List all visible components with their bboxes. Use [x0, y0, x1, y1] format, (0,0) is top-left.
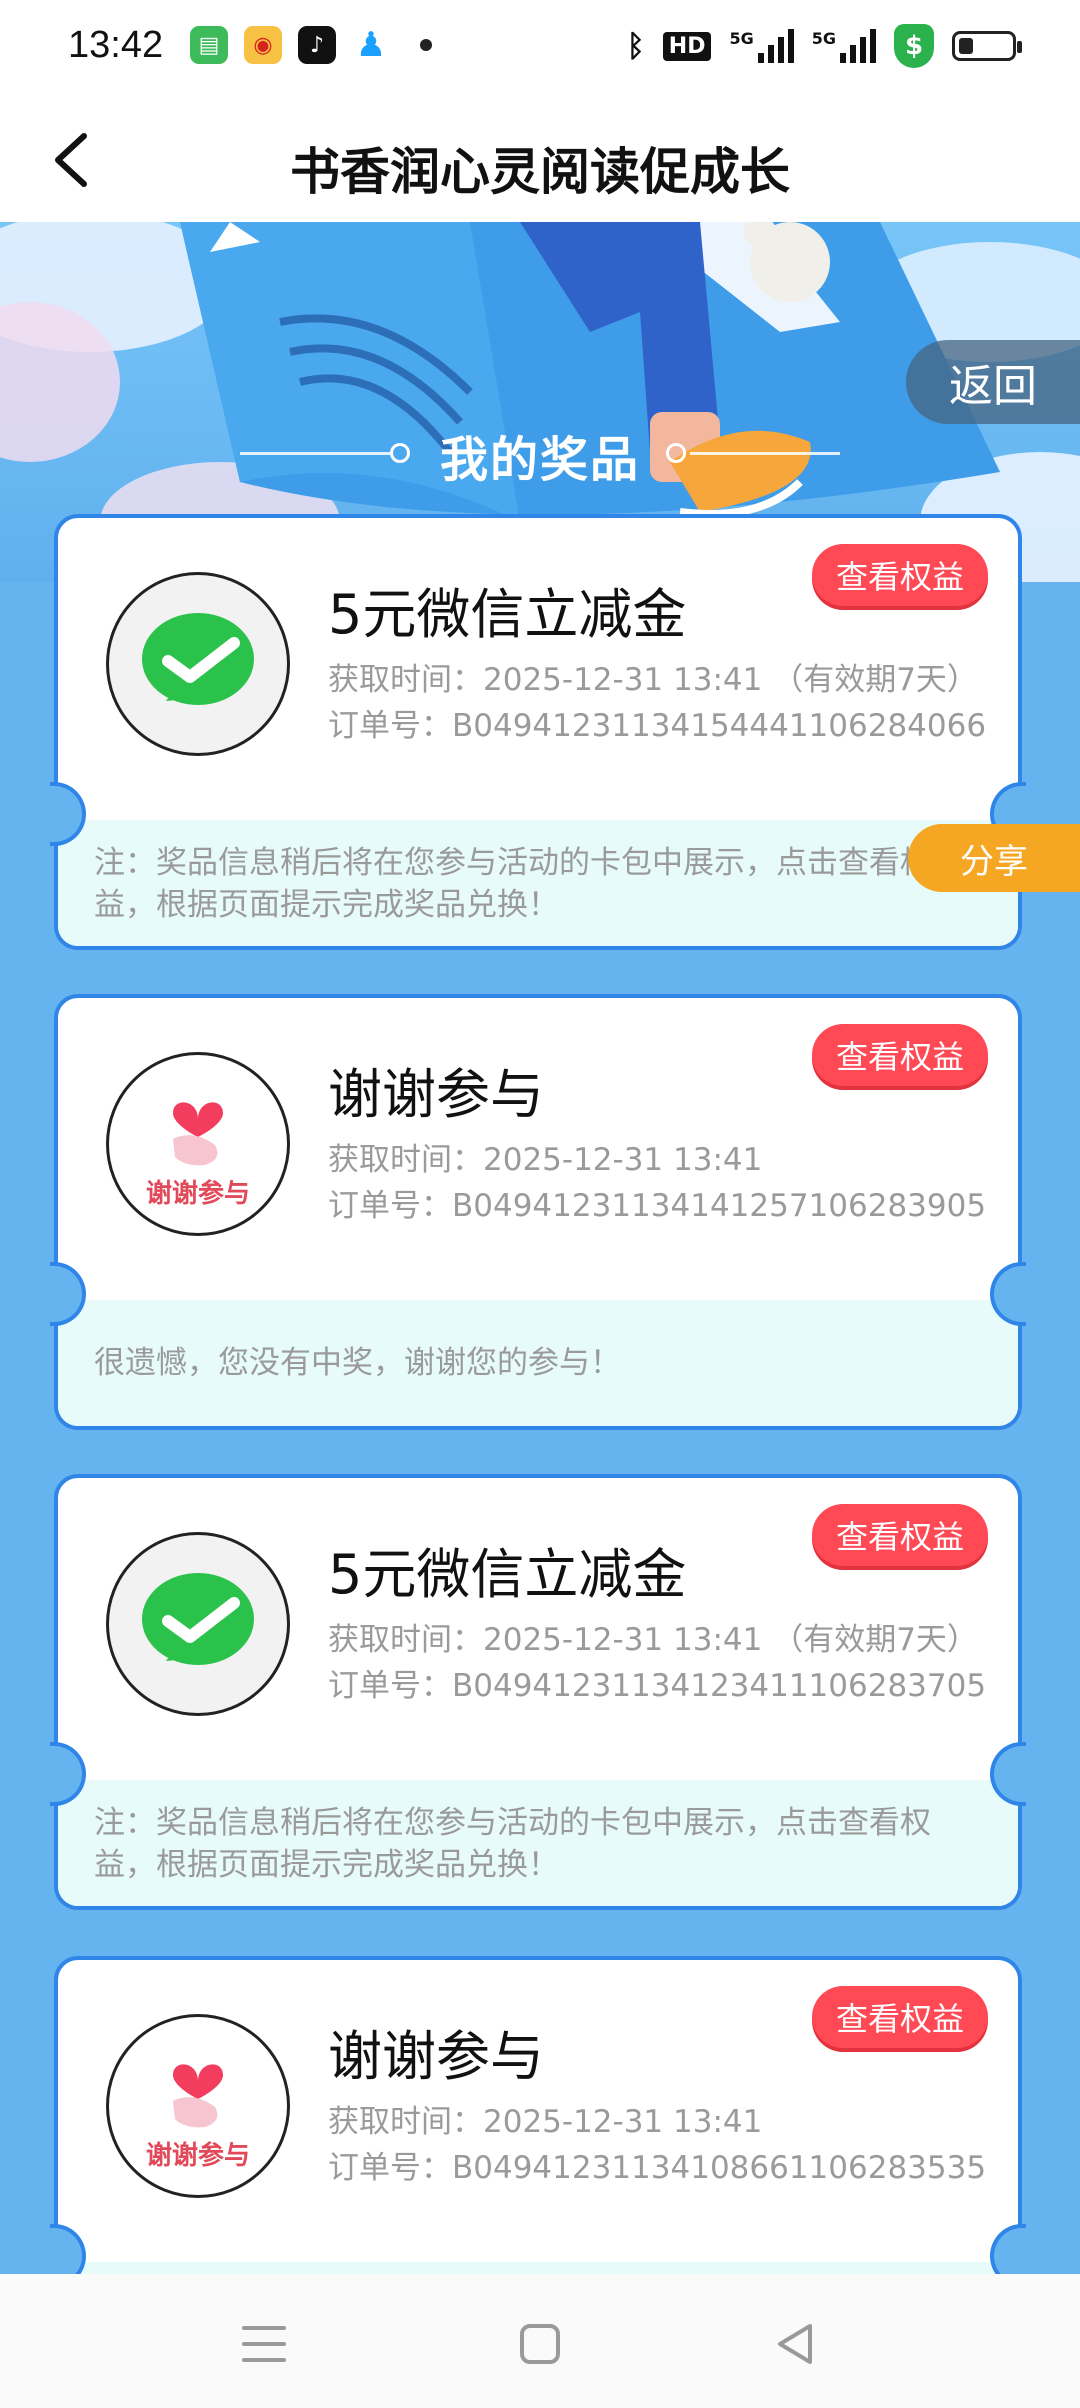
status-right: ᛒ HD 5G 5G $: [626, 24, 1022, 68]
signal-1-icon: 5G: [729, 29, 794, 63]
home-square-icon: [520, 2324, 560, 2364]
prize-card: 谢谢参与 谢谢参与 获取时间：2025-12-31 13:41 订单号：B049…: [54, 1956, 1022, 2274]
wechat-icon: [106, 572, 290, 756]
thanks-icon: 谢谢参与: [106, 1052, 290, 1236]
prize-title: 5元微信立减金: [328, 1543, 687, 1606]
battery-icon: [952, 31, 1022, 61]
prize-order: 订单号：B04941231134123411106283705: [328, 1668, 987, 1704]
prize-card: 5元微信立减金 获取时间：2025-12-31 13:41 （有效期7天） 订单…: [54, 1474, 1022, 1910]
triangle-back-icon: [778, 2324, 812, 2364]
return-button[interactable]: 返回: [906, 340, 1080, 424]
more-notifications-dot: [420, 39, 432, 51]
signal-2-icon: 5G: [812, 29, 876, 63]
tiktok-icon: ♪: [298, 26, 336, 64]
wechat-icon: [106, 1532, 290, 1716]
bluetooth-icon: ᛒ: [626, 28, 645, 64]
hd-badge: HD: [662, 31, 712, 61]
view-benefits-button[interactable]: 查看权益: [812, 1504, 988, 1566]
home-button[interactable]: [510, 2314, 570, 2374]
status-time: 13:42: [68, 24, 164, 66]
prize-title: 谢谢参与: [328, 2025, 544, 2088]
heart-hand-icon: [173, 2063, 223, 2127]
prize-order: 订单号：B0494123113415444110628406​6: [328, 708, 987, 744]
menu-icon: [242, 2326, 286, 2362]
prize-note: 很遗憾，您没有中奖，谢谢您的参与！: [58, 1300, 1018, 1426]
app-header: 书香润心灵阅读促成长: [0, 96, 1080, 222]
wechat-logo: [142, 613, 254, 705]
qq-icon: ♟: [355, 25, 387, 65]
shield-icon: $: [894, 24, 934, 68]
prize-note: [58, 2262, 1018, 2274]
signal-1-label: 5G: [729, 29, 754, 48]
prize-note: 注：奖品信息稍后将在您参与活动的卡包中展示，点击查看权益，根据页面提示完成奖品兑…: [58, 1780, 1018, 1906]
system-nav-bar: [0, 2274, 1080, 2408]
prize-time: 获取时间：2025-12-31 13:41: [328, 2104, 763, 2140]
page-title: 书香润心灵阅读促成长: [290, 143, 790, 201]
notification-icons: ▤ ◉ ♪ ♟: [190, 25, 432, 65]
prize-title: 5元微信立减金: [328, 583, 687, 646]
prize-order: 订单号：B04941231134108661106283535: [328, 2150, 987, 2186]
status-bar: 13:42 ▤ ◉ ♪ ♟ ᛒ HD 5G 5G $: [0, 0, 1080, 96]
heart-hand-icon: [173, 1101, 223, 1165]
thanks-icon-label: 谢谢参与: [145, 1178, 250, 1209]
prize-time: 获取时间：2025-12-31 13:41 （有效期7天）: [328, 662, 978, 698]
back-nav-button[interactable]: [766, 2314, 826, 2374]
thanks-icon-label: 谢谢参与: [145, 2140, 250, 2171]
view-benefits-button[interactable]: 查看权益: [812, 1024, 988, 1086]
prize-order: 订单号：B04941231134141257106283905: [328, 1188, 987, 1224]
prize-card: 5元微信立减金 获取时间：2025-12-31 13:41 （有效期7天） 订单…: [54, 514, 1022, 950]
share-button[interactable]: 分享: [908, 824, 1080, 892]
view-benefits-button[interactable]: 查看权益: [812, 1986, 988, 2048]
main-content: 我的奖品 返回 分享 5元微信立减金 获取时间：2025-12-31 13:41…: [0, 222, 1080, 2274]
prize-title: 谢谢参与: [328, 1063, 544, 1126]
menu-button[interactable]: [234, 2314, 294, 2374]
prize-card: 谢谢参与 谢谢参与 获取时间：2025-12-31 13:41 订单号：B049…: [54, 994, 1022, 1430]
view-benefits-button[interactable]: 查看权益: [812, 544, 988, 606]
prize-note: 注：奖品信息稍后将在您参与活动的卡包中展示，点击查看权益，根据页面提示完成奖品兑…: [58, 820, 1018, 946]
weibo-icon: ◉: [244, 26, 282, 64]
thanks-icon: 谢谢参与: [106, 2014, 290, 2198]
signal-2-label: 5G: [811, 29, 836, 48]
prize-time: 获取时间：2025-12-31 13:41: [328, 1142, 763, 1178]
section-title: 我的奖品: [439, 432, 640, 488]
wechat-logo: [142, 1573, 254, 1665]
prize-time: 获取时间：2025-12-31 13:41 （有效期7天）: [328, 1622, 978, 1658]
messages-icon: ▤: [190, 26, 228, 64]
